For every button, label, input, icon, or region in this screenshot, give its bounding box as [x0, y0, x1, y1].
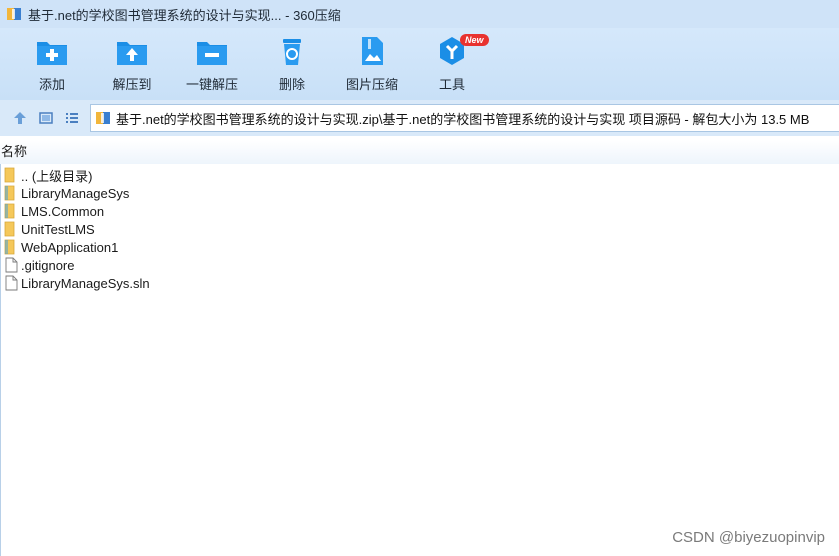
- one-click-extract-label: 一键解压: [185, 77, 238, 92]
- archive-path-icon: [96, 112, 110, 124]
- folder-icon: [4, 239, 15, 255]
- thumbnail-view-icon[interactable]: [38, 110, 54, 126]
- folder-icon: [4, 221, 15, 237]
- new-badge: New: [460, 34, 489, 46]
- file-list: .. (上级目录) LibraryManageSys LMS.Common Un…: [4, 166, 404, 292]
- list-item-label: UnitTestLMS: [21, 221, 95, 237]
- delete-button[interactable]: 删除: [252, 34, 332, 96]
- column-header-name[interactable]: 名称: [0, 140, 839, 164]
- add-button[interactable]: 添加: [12, 34, 92, 96]
- list-item-folder[interactable]: UnitTestLMS: [4, 220, 404, 238]
- image-compress-label: 图片压缩: [345, 77, 398, 92]
- extract-to-label: 解压到: [112, 77, 152, 92]
- navigation-bar: 基于.net的学校图书管理系统的设计与实现.zip\基于.net的学校图书管理系…: [0, 100, 839, 136]
- path-text: 基于.net的学校图书管理系统的设计与实现.zip\基于.net的学校图书管理系…: [116, 111, 810, 127]
- list-item-label: .gitignore: [21, 257, 75, 273]
- file-icon: [5, 275, 18, 291]
- archive-app-icon: [7, 8, 21, 20]
- image-compress-button[interactable]: 图片压缩: [332, 34, 412, 96]
- list-view-icon[interactable]: [64, 110, 80, 126]
- folder-icon: [4, 167, 15, 183]
- one-click-extract-icon: [197, 42, 227, 65]
- list-item-label: LMS.Common: [21, 203, 105, 219]
- file-icon: [5, 257, 18, 273]
- folder-icon: [4, 185, 15, 201]
- list-item-folder[interactable]: LibraryManageSys: [4, 184, 404, 202]
- delete-icon: [283, 39, 301, 65]
- extract-to-icon: [117, 42, 147, 65]
- add-icon: [37, 42, 67, 65]
- list-item-label: LibraryManageSys: [21, 185, 130, 201]
- tools-label: 工具: [438, 77, 465, 92]
- list-item-label: .. (上级目录): [21, 168, 93, 184]
- window-title: 基于.net的学校图书管理系统的设计与实现... - 360压缩: [28, 7, 341, 23]
- image-compress-icon: [362, 37, 383, 65]
- one-click-extract-button[interactable]: 一键解压: [172, 34, 252, 96]
- column-header-label: 名称: [1, 144, 28, 159]
- add-label: 添加: [38, 77, 65, 92]
- list-item-folder[interactable]: LMS.Common: [4, 202, 404, 220]
- list-item-label: LibraryManageSys.sln: [21, 275, 150, 291]
- extract-to-button[interactable]: 解压到: [92, 34, 172, 96]
- list-item-file[interactable]: .gitignore: [4, 256, 404, 274]
- list-item-file[interactable]: LibraryManageSys.sln: [4, 274, 404, 292]
- list-item-folder[interactable]: WebApplication1: [4, 238, 404, 256]
- main-toolbar: 添加 解压到 一键解压 删除 图片压缩 New 工具: [0, 28, 839, 100]
- tools-button[interactable]: New 工具: [412, 34, 492, 96]
- folder-icon: [4, 203, 15, 219]
- watermark-text: CSDN @biyezuopinvip: [672, 529, 825, 546]
- title-bar: 基于.net的学校图书管理系统的设计与实现... - 360压缩: [0, 0, 839, 28]
- path-field[interactable]: 基于.net的学校图书管理系统的设计与实现.zip\基于.net的学校图书管理系…: [90, 104, 839, 132]
- list-item-parent-dir[interactable]: .. (上级目录): [4, 166, 404, 184]
- list-left-border: [0, 164, 1, 556]
- list-item-label: WebApplication1: [21, 239, 119, 255]
- up-arrow-icon[interactable]: [12, 110, 28, 126]
- delete-label: 删除: [278, 77, 305, 92]
